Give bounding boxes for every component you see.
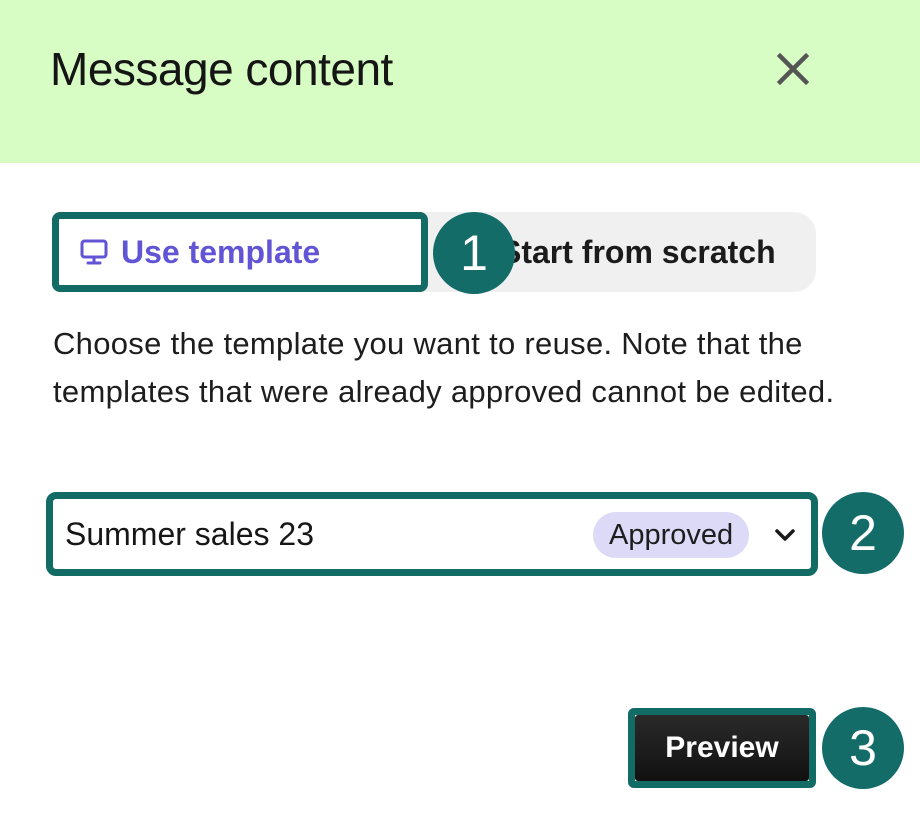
step-marker-2: 2 [822, 492, 904, 574]
close-icon [776, 52, 810, 86]
step-marker-1: 1 [433, 212, 515, 294]
use-template-label: Use template [121, 233, 321, 270]
preview-highlight: Preview [628, 708, 816, 788]
template-description: Choose the template you want to reuse. N… [53, 326, 835, 409]
start-from-scratch-label: Start from scratch [500, 233, 776, 270]
template-select[interactable]: Summer sales 23 Approved [46, 492, 818, 576]
status-badge: Approved [593, 512, 750, 558]
dialog-header: Message content [0, 0, 920, 163]
close-button[interactable] [770, 48, 814, 92]
start-from-scratch-option[interactable]: Start from scratch [500, 212, 830, 292]
monitor-icon [79, 237, 109, 267]
step-marker-3: 3 [822, 707, 904, 789]
dialog-title: Message content [50, 43, 393, 95]
preview-button[interactable]: Preview [635, 715, 809, 781]
template-select-value: Summer sales 23 [65, 516, 314, 552]
chevron-down-icon [775, 529, 795, 541]
use-template-option[interactable]: Use template [52, 212, 428, 292]
